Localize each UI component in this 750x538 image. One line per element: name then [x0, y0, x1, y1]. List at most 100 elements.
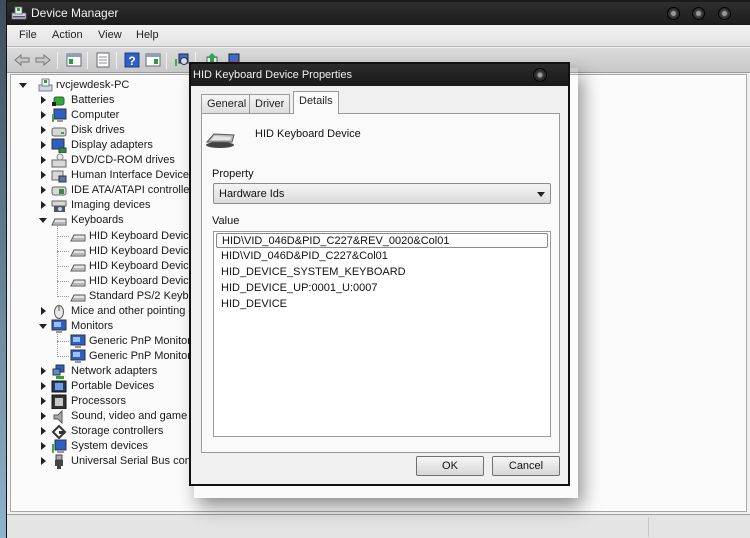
tree-item-label: Computer — [71, 109, 120, 121]
tree-item-label: rvcjewdesk-PC — [56, 79, 130, 91]
expand-triangle-icon[interactable] — [41, 156, 46, 164]
value-list[interactable]: HID\VID_046D&PID_C227&REV_0020&Col01 HID… — [213, 231, 551, 437]
tab-details[interactable]: Details — [293, 91, 339, 114]
dvd-drive-icon — [51, 153, 67, 168]
tab-driver[interactable]: Driver — [249, 94, 291, 113]
show-hide-console-tree-icon[interactable] — [66, 52, 82, 68]
expand-triangle-icon[interactable] — [41, 96, 46, 104]
tree-item-label: Disk drives — [71, 124, 125, 136]
maximize-button[interactable] — [693, 8, 704, 19]
tree-item-label: Human Interface Devices — [71, 169, 195, 181]
tree-item-label: Keyboards — [71, 214, 124, 226]
usb-icon — [55, 454, 63, 469]
tab-general-label: General — [207, 98, 247, 110]
menu-bar: File Action View Help — [7, 25, 750, 47]
expand-triangle-icon[interactable] — [41, 186, 46, 194]
keyboard-icon — [51, 218, 67, 226]
tab-driver-label: Driver — [255, 98, 285, 110]
expand-triangle-icon[interactable] — [41, 141, 46, 149]
tree-connector — [57, 356, 69, 357]
properties-dialog: HID Keyboard Device Properties General D… — [189, 62, 570, 486]
expand-triangle-icon[interactable] — [41, 397, 46, 405]
value-label: Value — [212, 215, 240, 227]
tree-item-label: HID Keyboard Device — [89, 230, 195, 242]
back-arrow-icon[interactable] — [14, 52, 30, 68]
menu-view[interactable]: View — [98, 29, 122, 41]
collapse-triangle-icon[interactable] — [39, 324, 47, 329]
tree-item-label: Network adapters — [71, 365, 158, 377]
menu-action[interactable]: Action — [52, 29, 83, 41]
cancel-button[interactable]: Cancel — [492, 456, 560, 476]
expand-triangle-icon[interactable] — [41, 126, 46, 134]
tab-details-label: Details — [299, 95, 333, 107]
tree-item-label: IDE ATA/ATAPI controllers — [71, 184, 199, 196]
expand-triangle-icon[interactable] — [41, 111, 46, 119]
window-title: Device Manager — [31, 6, 119, 20]
expand-triangle-icon[interactable] — [41, 171, 46, 179]
portable-device-icon — [51, 380, 67, 393]
ok-button[interactable]: OK — [416, 456, 484, 476]
device-manager-icon — [11, 6, 27, 20]
show-action-pane-icon[interactable] — [145, 52, 161, 68]
value-item[interactable]: HID\VID_046D&PID_C227&REV_0020&Col01 — [216, 233, 548, 248]
expand-triangle-icon[interactable] — [41, 367, 46, 375]
tab-general[interactable]: General — [201, 94, 253, 113]
expand-triangle-icon[interactable] — [41, 412, 46, 420]
tree-connector — [57, 251, 69, 252]
value-item[interactable]: HID_DEVICE_UP:0001_U:0007 — [216, 281, 548, 296]
properties-icon[interactable] — [95, 52, 111, 68]
tree-connector — [57, 266, 69, 267]
forward-arrow-icon[interactable] — [35, 52, 51, 68]
network-adapter-icon — [52, 364, 65, 379]
tree-connector — [57, 225, 58, 297]
menu-help[interactable]: Help — [136, 29, 159, 41]
dialog-title-bar[interactable]: HID Keyboard Device Properties — [191, 64, 568, 86]
computer-icon — [38, 78, 53, 92]
minimize-button[interactable] — [668, 8, 679, 19]
camera-icon — [51, 200, 67, 212]
mouse-icon — [54, 305, 64, 319]
expand-triangle-icon[interactable] — [41, 201, 46, 209]
computer-monitor-icon — [52, 108, 67, 122]
keyboard-icon — [70, 234, 86, 242]
display-adapter-icon — [51, 138, 67, 153]
tree-item-label: HID Keyboard Device — [89, 275, 195, 287]
tree-connector — [57, 330, 58, 357]
tree-item-label: Display adapters — [71, 139, 153, 151]
tree-item-label: Generic PnP Monitor — [89, 350, 191, 362]
tree-item-label: Monitors — [71, 320, 114, 332]
disk-drive-icon — [51, 127, 67, 137]
menu-file[interactable]: File — [19, 29, 37, 41]
toolbar-separator — [57, 52, 58, 69]
property-label: Property — [212, 168, 254, 180]
expand-triangle-icon[interactable] — [41, 427, 46, 435]
tree-item-label: HID Keyboard Device — [89, 260, 195, 272]
toolbar-separator — [116, 52, 117, 69]
collapse-triangle-icon[interactable] — [39, 218, 47, 223]
dialog-close-button[interactable] — [534, 69, 546, 81]
expand-triangle-icon[interactable] — [41, 382, 46, 390]
tree-connector — [57, 296, 69, 297]
keyboard-icon — [70, 294, 86, 302]
property-dropdown[interactable]: Hardware Ids — [213, 183, 551, 204]
value-item[interactable]: HID_DEVICE — [216, 297, 548, 312]
value-item[interactable]: HID_DEVICE_SYSTEM_KEYBOARD — [216, 265, 548, 280]
property-selected-value: Hardware Ids — [219, 188, 285, 200]
battery-icon — [52, 96, 65, 106]
collapse-triangle-icon[interactable] — [19, 83, 27, 88]
hid-icon — [51, 170, 67, 183]
storage-controller-icon — [51, 424, 67, 439]
keyboard-icon — [70, 264, 86, 272]
scan-hardware-changes-icon[interactable] — [174, 52, 190, 68]
expand-triangle-icon[interactable] — [41, 307, 46, 315]
close-button[interactable] — [719, 8, 730, 19]
expand-triangle-icon[interactable] — [41, 457, 46, 465]
title-bar[interactable]: Device Manager — [7, 2, 750, 25]
dialog-title: HID Keyboard Device Properties — [193, 69, 352, 81]
help-icon[interactable]: ? — [124, 52, 140, 68]
tree-item-label: Imaging devices — [71, 199, 151, 211]
device-name: HID Keyboard Device — [255, 128, 361, 140]
value-item[interactable]: HID\VID_046D&PID_C227&Col01 — [216, 249, 548, 264]
tree-item-label: Batteries — [71, 94, 115, 106]
expand-triangle-icon[interactable] — [41, 442, 46, 450]
